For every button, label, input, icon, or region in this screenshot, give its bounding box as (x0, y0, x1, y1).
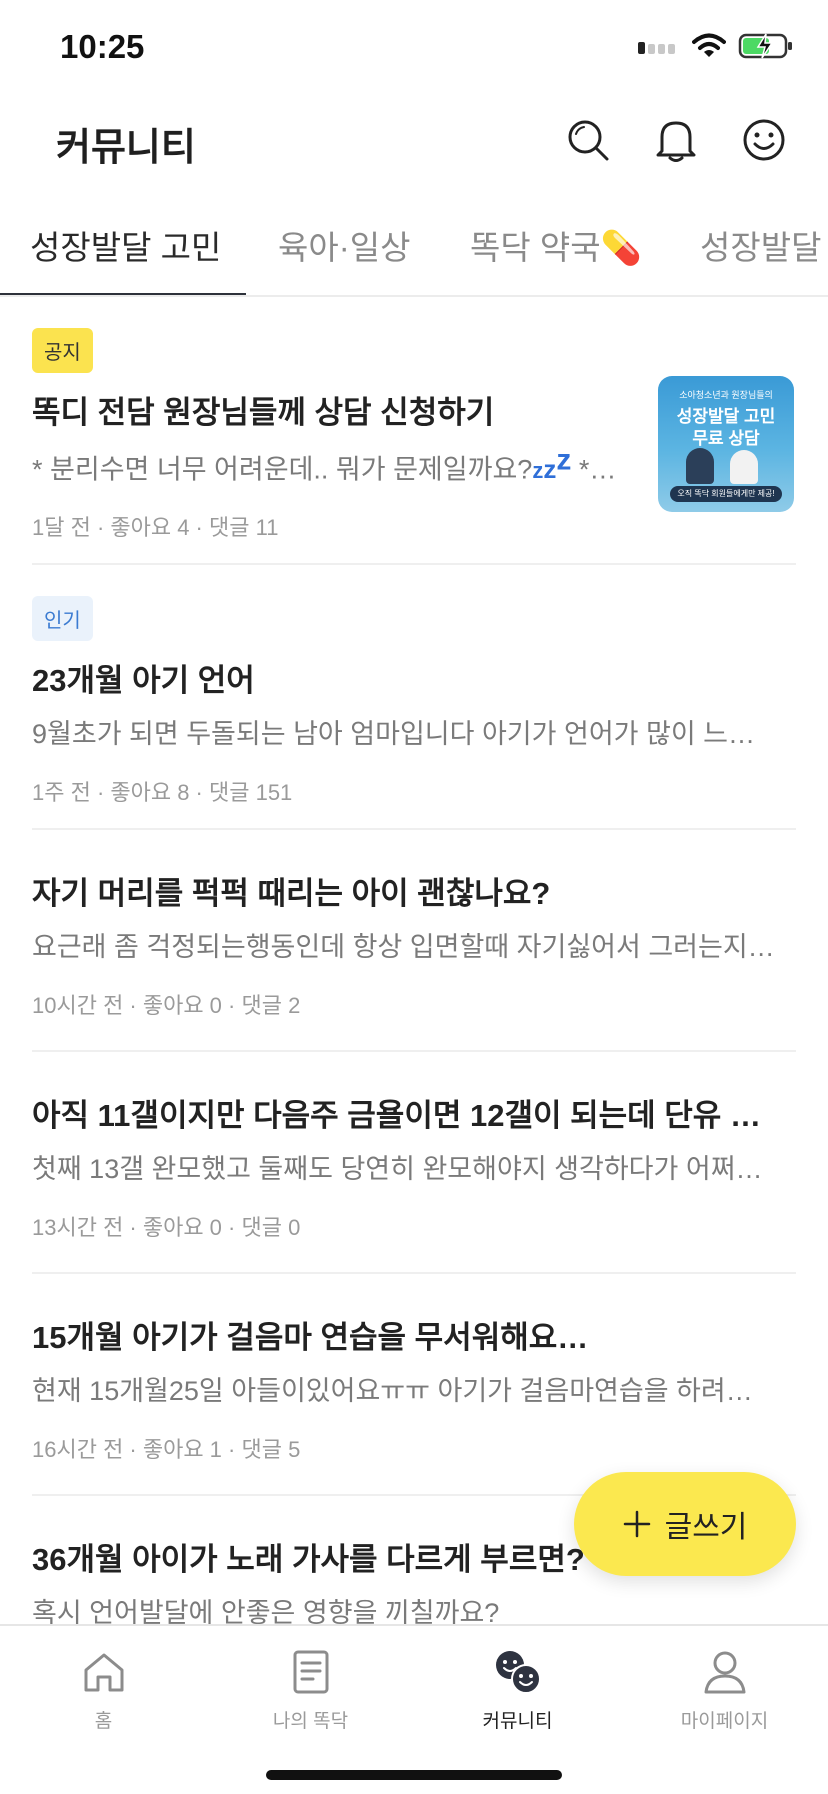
notifications-button[interactable] (650, 114, 702, 166)
popular-badge: 인기 (32, 596, 93, 641)
post-title: 똑디 전담 원장님들께 상담 신청하기 (32, 395, 495, 430)
nav-item-community[interactable]: 커뮤니티 (414, 1636, 621, 1746)
battery-charging-icon (738, 33, 792, 59)
smiley-icon (743, 119, 785, 161)
list-item[interactable]: 아직 11갤이지만 다음주 금욜이면 12갤이 되는데 단유 … 첫째 13갤 … (32, 1090, 796, 1242)
thumbnail-footer: 오직 똑닥 회원들에게만 제공! (670, 486, 782, 502)
post-preview: 현재 15개월25일 아들이있어요ㅠㅠ 아기가 걸음마연습을 하려… (32, 1376, 753, 1406)
post-title: 아직 11갤이지만 다음주 금욜이면 12갤이 되는데 단유 … (32, 1098, 761, 1133)
tab-growth-more[interactable]: 성장발달 · (700, 221, 828, 269)
post-feed[interactable]: 공지 똑디 전담 원장님들께 상담 신청하기 * 분리수면 너무 어려운데.. … (0, 298, 828, 1624)
doctor-illustration (686, 448, 714, 484)
bottom-nav: 홈 나의 똑닥 커뮤니티 마이페이지 (0, 1624, 828, 1794)
nav-item-mypage[interactable]: 마이페이지 (621, 1636, 828, 1746)
person-icon (704, 1651, 745, 1694)
post-preview: * 분리수면 너무 어려운데.. 뭐가 문제일까요?zzz *… (32, 444, 617, 485)
active-tab-indicator (0, 293, 246, 295)
post-meta: 13시간 전 · 좋아요 0 · 댓글 0 (32, 1215, 301, 1240)
list-item[interactable]: 인기 23개월 아기 언어 9월초가 되면 두돌되는 남아 엄마입니다 아기가 … (32, 596, 796, 807)
nav-label: 나의 똑닥 (272, 1711, 349, 1732)
post-preview: 혹시 언어발달에 안좋은 영향을 끼칠까요? (32, 1598, 500, 1624)
home-indicator (266, 1770, 562, 1780)
post-meta: 1달 전 · 좋아요 4 · 댓글 11 (32, 515, 279, 541)
list-item[interactable]: 15개월 아기가 걸음마 연습을 무서워해요… 현재 15개월25일 아들이있어… (32, 1312, 796, 1464)
profile-button[interactable] (738, 114, 790, 166)
community-icon (495, 1651, 541, 1694)
search-button[interactable] (562, 114, 614, 166)
divider (32, 828, 796, 830)
tab-growth-concerns[interactable]: 성장발달 고민 (30, 221, 221, 269)
tab-parenting-daily[interactable]: 육아·일상 (278, 221, 410, 269)
post-title: 자기 머리를 퍽퍽 때리는 아이 괜찮나요? (32, 876, 551, 911)
status-icons (636, 32, 794, 60)
post-meta: 10시간 전 · 좋아요 0 · 댓글 2 (32, 993, 301, 1018)
divider (32, 563, 796, 565)
post-preview: 요근래 좀 걱정되는행동인데 항상 입면할때 자기싫어서 그러는지… (32, 932, 775, 962)
post-meta: 1주 전 · 좋아요 8 · 댓글 151 (32, 780, 293, 805)
divider (32, 1050, 796, 1052)
home-icon (84, 1653, 123, 1692)
nav-item-my-ddocdoc[interactable]: 나의 똑닥 (207, 1636, 414, 1746)
notice-badge: 공지 (32, 328, 93, 373)
post-title: 15개월 아기가 걸음마 연습을 무서워해요… (32, 1320, 589, 1355)
wifi-icon (692, 33, 726, 57)
nav-label: 홈 (94, 1711, 113, 1732)
app-header: 커뮤니티 (0, 100, 828, 180)
document-icon (293, 1650, 328, 1694)
write-post-button[interactable]: 글쓰기 (574, 1472, 796, 1576)
post-preview: 9월초가 되면 두돌되는 남아 엄마입니다 아기가 언어가 많이 느… (32, 719, 756, 749)
status-time: 10:25 (60, 28, 145, 65)
list-item[interactable]: 자기 머리를 퍽퍽 때리는 아이 괜찮나요? 요근래 좀 걱정되는행동인데 항상… (32, 868, 796, 1020)
search-icon (568, 120, 609, 161)
signal-icon (638, 42, 675, 54)
thumbnail-caption: 소아청소년과 원장님들의 (679, 390, 773, 400)
post-preview: 첫째 13갤 완모했고 둘째도 당연히 완모해야지 생각하다가 어쩌… (32, 1154, 763, 1184)
zzz-icon: zzz (532, 444, 572, 485)
write-post-label: 글쓰기 (664, 1511, 748, 1544)
nav-item-home[interactable]: 홈 (0, 1636, 207, 1746)
status-bar: 10:25 (0, 0, 828, 100)
doctor-illustration (730, 450, 758, 484)
divider (32, 1272, 796, 1274)
nav-label: 커뮤니티 (482, 1711, 553, 1732)
post-meta: 16시간 전 · 좋아요 1 · 댓글 5 (32, 1437, 301, 1462)
post-title: 23개월 아기 언어 (32, 663, 255, 698)
page-title: 커뮤니티 (56, 127, 196, 169)
bell-icon (656, 121, 696, 162)
thumbnail-subtitle: 무료 상담 (692, 429, 760, 448)
nav-label: 마이페이지 (680, 1711, 769, 1732)
post-thumbnail[interactable]: 소아청소년과 원장님들의 성장발달 고민 무료 상담 오직 똑닥 회원들에게만 … (658, 376, 794, 512)
tab-pharmacy[interactable]: 똑닥 약국💊 (470, 221, 642, 269)
category-tabs: 성장발달 고민 육아·일상 똑닥 약국💊 성장발달 · (0, 195, 828, 297)
plus-icon (623, 1510, 650, 1538)
